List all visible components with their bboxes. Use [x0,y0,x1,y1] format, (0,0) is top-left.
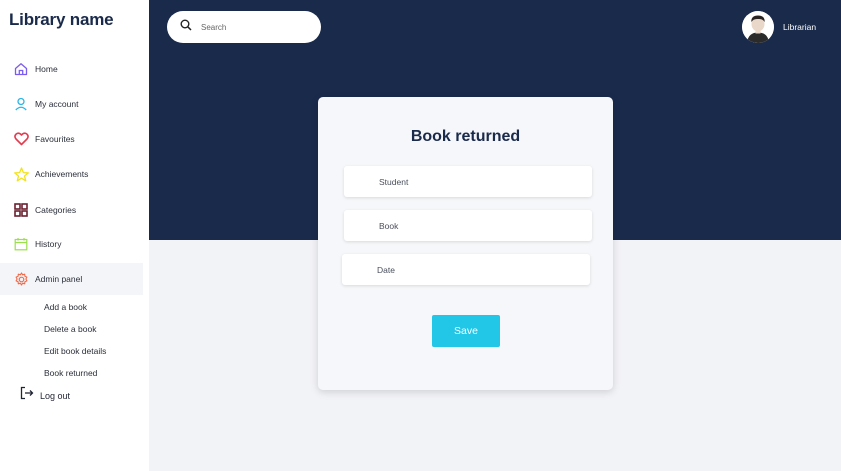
admin-subitem-book-returned[interactable]: Book returned [44,368,97,378]
book-field[interactable] [344,210,592,241]
sidebar-item-label: Admin panel [35,274,83,284]
home-icon [13,61,29,77]
star-icon [13,166,29,182]
sidebar-item-label: Home [35,64,58,74]
calendar-icon [13,236,29,252]
sidebar-item-home[interactable]: Home [0,53,143,85]
sidebar-item-label: Favourites [35,134,75,144]
book-returned-form: Book returned Save [318,97,613,390]
gear-icon [13,271,29,287]
sidebar-item-categories[interactable]: Categories [0,194,143,226]
sidebar-item-label: Achievements [35,169,89,179]
user-name: Librarian [783,22,817,32]
sidebar: Library name Home My account Favourites … [0,0,149,471]
grid-icon [13,202,29,218]
admin-subitem-edit-book-details[interactable]: Edit book details [44,346,106,356]
sidebar-item-label: My account [35,99,79,109]
sidebar-item-admin-panel[interactable]: Admin panel [0,263,143,295]
library-name: Library name [9,10,114,29]
avatar [742,11,774,43]
sidebar-item-label: History [35,239,62,249]
date-field[interactable] [342,254,590,285]
admin-subitem-add-book[interactable]: Add a book [44,302,87,312]
sidebar-item-label: Categories [35,205,77,215]
search-icon [180,18,192,36]
sidebar-item-history[interactable]: History [0,228,143,260]
logout-button[interactable]: Log out [20,386,70,405]
save-button[interactable]: Save [432,315,500,347]
logout-label: Log out [40,390,71,401]
logout-icon [20,386,34,405]
heart-icon [13,131,29,147]
search-input[interactable] [201,22,301,32]
student-field[interactable] [344,166,592,197]
sidebar-item-my-account[interactable]: My account [0,88,143,120]
user-menu[interactable]: Librarian [742,11,816,43]
form-title: Book returned [410,128,521,145]
sidebar-item-achievements[interactable]: Achievements [0,158,143,190]
admin-subitem-delete-book[interactable]: Delete a book [44,324,96,334]
search-bar[interactable] [167,11,321,43]
sidebar-item-favourites[interactable]: Favourites [0,123,143,155]
user-icon [13,96,29,112]
